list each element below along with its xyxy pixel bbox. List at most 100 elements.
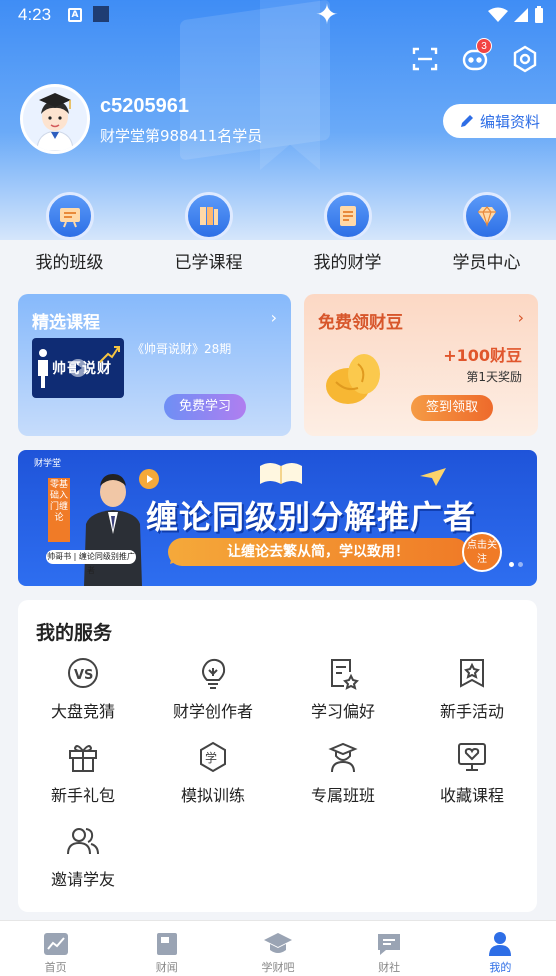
username: c5205961 <box>100 95 189 117</box>
service-label: 收藏课程 <box>439 786 504 805</box>
service-invite-friends[interactable]: 邀请学友 <box>18 824 148 896</box>
services-title: 我的服务 <box>36 622 113 644</box>
service-label: 专属班班 <box>310 786 375 805</box>
notification-a-icon: A <box>68 8 82 22</box>
banner-brand: 财学堂 <box>34 459 62 469</box>
bean-amount: +100财豆 <box>443 346 522 365</box>
chevron-right-icon: › <box>270 308 277 327</box>
tab-label: 首页 <box>44 961 67 974</box>
quick-link-student-center[interactable]: 学员中心 <box>417 192 556 282</box>
class-board-icon <box>45 192 94 240</box>
tab-study-bar[interactable]: 学财吧 <box>222 921 333 976</box>
message-robot-icon[interactable]: 3 <box>460 38 492 74</box>
open-book-icon <box>260 463 302 484</box>
service-newbie-event[interactable]: 新手活动 <box>407 656 537 728</box>
notebook-icon <box>323 192 372 240</box>
service-exclusive-class[interactable]: 专属班班 <box>278 740 408 812</box>
service-creator[interactable]: 财学创作者 <box>148 656 278 728</box>
quick-link-my-class[interactable]: 我的班级 <box>0 192 139 282</box>
my-services-panel: 我的服务 VS 大盘竞猜 财学创作者 学习偏好 新手活动 新手礼包 学 模拟训练… <box>18 600 537 912</box>
service-label: 学习偏好 <box>310 702 375 721</box>
tab-news[interactable]: 财闻 <box>111 921 222 976</box>
tab-label: 我的 <box>489 961 512 974</box>
diamond-icon <box>462 192 511 240</box>
tab-label: 学财吧 <box>261 961 295 974</box>
gift-icon <box>69 745 97 772</box>
svg-text:学: 学 <box>205 750 217 765</box>
signal-icon <box>514 8 528 22</box>
tab-mine[interactable]: 我的 <box>445 921 556 976</box>
service-simulation[interactable]: 学 模拟训练 <box>148 740 278 812</box>
member-rank: 财学堂第988411名学员 <box>100 127 263 145</box>
service-label: 大盘竞猜 <box>50 702 115 721</box>
service-label: 模拟训练 <box>180 786 245 805</box>
featured-course-title: 精选课程 <box>32 313 100 333</box>
service-label: 新手活动 <box>439 702 504 721</box>
banner-tagline: 让缠论去繁从简，学以致用！ <box>168 538 468 566</box>
avatar[interactable] <box>20 84 90 154</box>
service-market-guess[interactable]: VS 大盘竞猜 <box>18 656 148 728</box>
course-name: 《帅哥说财》28期 <box>132 342 232 356</box>
free-beans-card[interactable]: 免费领财豆 › +100财豆 第1天奖励 签到领取 <box>304 294 538 436</box>
promo-cards: 精选课程 › 帅哥说财 《帅哥说财》28期 免费学习 免费领财豆 › +100财… <box>18 294 538 436</box>
chevron-right-icon: › <box>517 308 524 327</box>
edit-profile-button[interactable]: 编辑资料 <box>443 104 556 138</box>
status-time: 4:23 <box>18 5 52 24</box>
free-study-button[interactable]: 免费学习 <box>164 394 246 420</box>
notification-square-icon <box>93 6 109 22</box>
users-icon <box>67 828 99 855</box>
tab-community[interactable]: 财社 <box>334 921 445 976</box>
pencil-icon <box>461 115 473 127</box>
promo-banner[interactable]: 财学堂 零基础入门缠论 帅哥书 | 缠论同级别推广者 缠论同级别分解推广者 让缠… <box>18 450 537 586</box>
service-label: 新手礼包 <box>50 786 115 805</box>
play-icon <box>69 359 87 377</box>
document-star-icon <box>331 659 359 690</box>
bean-icon <box>326 354 380 404</box>
books-icon <box>184 192 233 240</box>
news-icon <box>156 933 177 955</box>
course-thumbnail[interactable]: 帅哥说财 <box>32 338 124 398</box>
svg-text:VS: VS <box>74 668 93 683</box>
battery-icon <box>535 6 543 23</box>
settings-icon[interactable] <box>510 44 540 74</box>
cap-icon <box>263 933 292 953</box>
quick-links: 我的班级 已学课程 我的财学 学员中心 <box>0 192 556 282</box>
scan-icon[interactable] <box>410 44 440 74</box>
free-beans-title: 免费领财豆 <box>318 313 403 333</box>
notification-count-badge: 3 <box>476 38 492 54</box>
follow-button[interactable]: 点击关注 <box>462 532 502 572</box>
chart-icon <box>43 933 68 955</box>
bean-reward-day: 第1天奖励 <box>466 370 522 384</box>
paper-plane-icon <box>420 468 446 486</box>
service-label: 邀请学友 <box>50 870 115 889</box>
banner-left-tag: 零基础入门缠论 <box>48 478 70 542</box>
person-icon <box>489 932 512 956</box>
service-favorite-courses[interactable]: 收藏课程 <box>407 740 537 812</box>
quick-link-my-finance[interactable]: 我的财学 <box>278 192 417 282</box>
quick-link-learned-courses[interactable]: 已学课程 <box>139 192 278 282</box>
featured-course-card[interactable]: 精选课程 › 帅哥说财 《帅哥说财》28期 免费学习 <box>18 294 291 436</box>
profile-screen: ✦ 4:23 A 3 c5205961 财学堂第988411名学员 编辑资料 我… <box>0 0 556 976</box>
service-newbie-gift[interactable]: 新手礼包 <box>18 740 148 812</box>
vs-icon: VS <box>68 658 98 688</box>
star-badge-icon <box>460 659 484 688</box>
chat-icon <box>378 934 401 955</box>
quick-link-label: 学员中心 <box>452 253 521 273</box>
service-label: 财学创作者 <box>172 702 253 721</box>
edit-profile-label: 编辑资料 <box>480 112 541 131</box>
graduate-icon <box>328 742 358 773</box>
bottom-tab-bar: 首页 财闻 学财吧 财社 我的 <box>0 920 556 976</box>
instructor-caption: 帅哥书 | 缠论同级别推广者 <box>46 550 136 575</box>
banner-pager <box>509 562 523 567</box>
quick-link-label: 已学课程 <box>174 253 243 273</box>
header-actions: 3 <box>410 38 540 74</box>
tab-home[interactable]: 首页 <box>0 921 111 976</box>
play-button-icon <box>139 469 159 489</box>
sign-in-claim-button[interactable]: 签到领取 <box>411 395 493 421</box>
status-bar: 4:23 A <box>0 0 556 30</box>
study-hexagon-icon: 学 <box>200 741 226 773</box>
service-study-preference[interactable]: 学习偏好 <box>278 656 408 728</box>
quick-link-label: 我的财学 <box>313 253 382 273</box>
lightbulb-icon <box>202 658 226 689</box>
heart-board-icon <box>458 743 486 771</box>
